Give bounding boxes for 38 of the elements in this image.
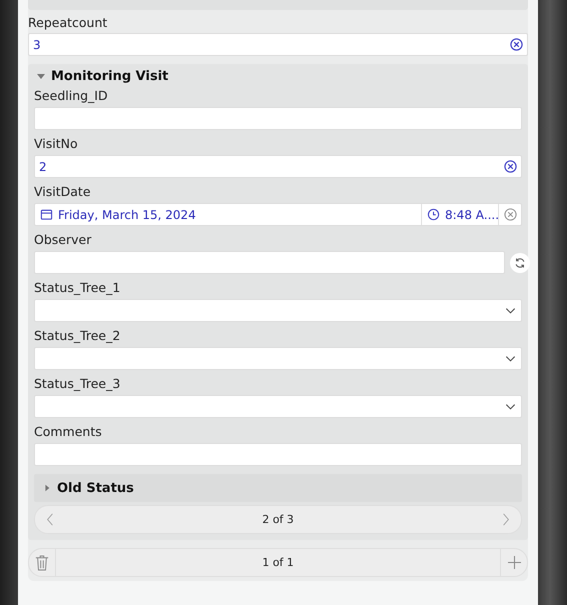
field-label: VisitNo <box>33 135 79 153</box>
clock-icon <box>427 208 440 221</box>
dropdown[interactable] <box>34 395 522 418</box>
input-field[interactable] <box>34 251 505 274</box>
clear-icon[interactable] <box>504 208 516 221</box>
calendar-icon <box>40 208 53 221</box>
dropdown[interactable] <box>34 347 522 370</box>
time-field[interactable]: 8:48 A.... <box>422 204 499 225</box>
group-header[interactable]: Old Status <box>34 474 522 502</box>
field-label: Status_Tree_2 <box>33 327 122 345</box>
caret-icon <box>36 71 46 81</box>
refresh-button[interactable] <box>510 252 530 272</box>
caret-icon <box>43 484 51 492</box>
chevron-right-icon <box>502 513 510 526</box>
field-value: 2 <box>39 160 48 174</box>
field-label: Seedling_ID <box>33 87 109 105</box>
input-field[interactable]: 3 <box>28 33 528 56</box>
clear-icon[interactable] <box>510 38 523 51</box>
field-value: 3 <box>33 38 42 52</box>
clear-icon[interactable] <box>504 160 517 173</box>
input-field[interactable] <box>34 107 522 130</box>
page-indicator: 2 of 3 <box>262 513 294 526</box>
field-label: Observer <box>33 231 92 249</box>
trash-icon <box>35 554 49 572</box>
field-label: Status_Tree_3 <box>33 375 122 393</box>
field-label: VisitDate <box>33 183 92 201</box>
page-indicator: 1 of 1 <box>262 556 294 569</box>
field-label: Status_Tree_1 <box>33 279 122 297</box>
group-header[interactable]: Monitoring Visit <box>28 70 528 82</box>
dropdown[interactable] <box>34 299 522 322</box>
field-label: Repeatcount <box>28 14 108 32</box>
date-field[interactable]: Friday, March 15, 2024 <box>35 204 422 225</box>
input-field[interactable]: 2 <box>34 155 522 178</box>
field-label: Comments <box>33 423 103 441</box>
chevron-left-icon <box>46 513 54 526</box>
input-field[interactable] <box>34 443 522 466</box>
plus-icon <box>508 556 520 569</box>
refresh-icon <box>514 256 526 268</box>
